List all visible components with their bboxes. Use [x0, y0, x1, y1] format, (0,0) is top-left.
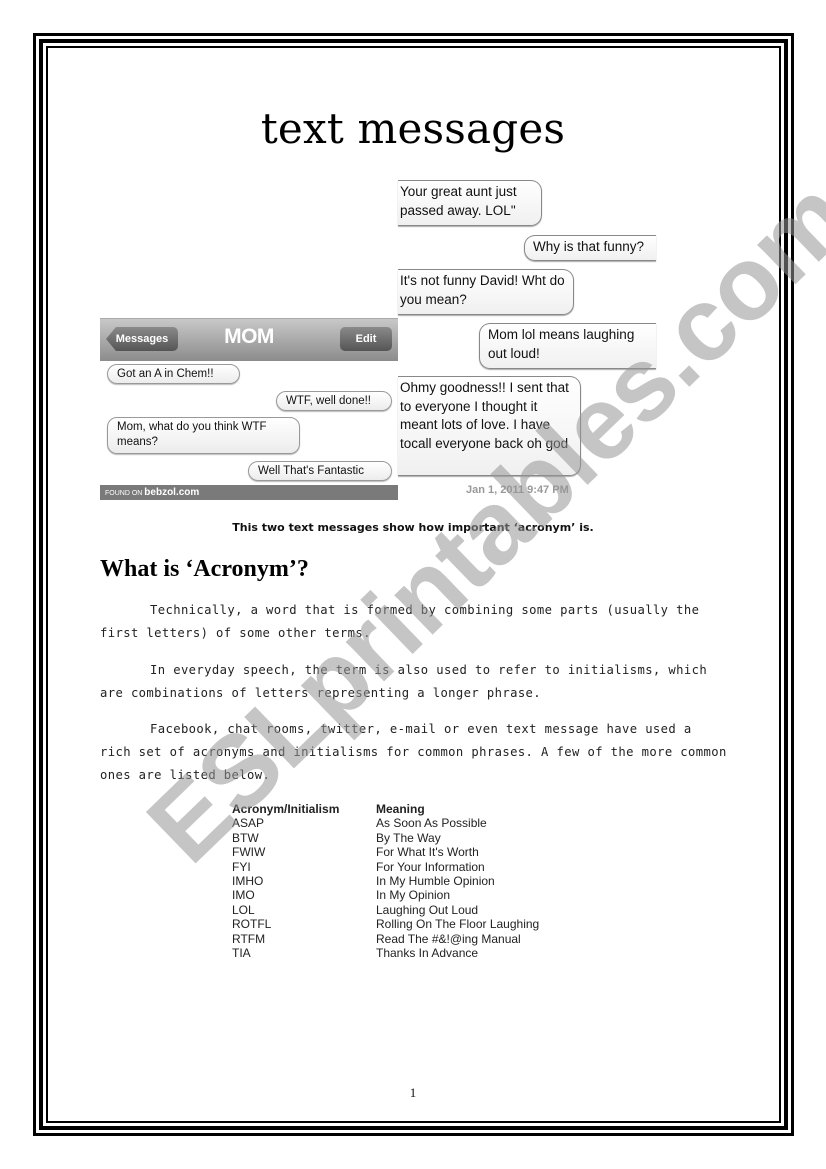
table-row: TIA Thanks In Advance: [232, 946, 539, 960]
footer-site: bebzol.com: [144, 487, 200, 498]
message-bubble-sent: Well That's Fantastic: [248, 461, 392, 481]
paragraph: In everyday speech, the term is also use…: [100, 663, 708, 700]
phone-screenshot-lol: Your great aunt just passed away. LOL" W…: [398, 178, 656, 500]
acronym-table: Acronym/Initialism Meaning ASAP As Soon A…: [232, 802, 539, 960]
meaning-cell: In My Humble Opinion: [376, 874, 495, 889]
message-bubble-sent: WTF, well done!!: [276, 391, 392, 411]
acronym-cell: FYI: [232, 859, 251, 874]
page-title: text messages: [260, 104, 566, 153]
acronym-cell: IMO: [232, 888, 255, 903]
meaning-cell: Laughing Out Loud: [376, 902, 479, 917]
acronym-cell: ASAP: [232, 816, 265, 831]
acronym-cell: IMHO: [232, 874, 264, 889]
meaning-cell: Read The #&!@ing Manual: [376, 931, 521, 946]
table-row: IMO In My Opinion: [232, 888, 539, 902]
acronym-cell: TIA: [232, 946, 251, 961]
message-bubble-sent: Mom lol means laughing out loud!: [479, 323, 656, 369]
table-row: FYI For Your Information: [232, 860, 539, 874]
message-bubble-received: Your great aunt just passed away. LOL": [398, 180, 542, 226]
table-row: ASAP As Soon As Possible: [232, 816, 539, 830]
table-row: BTW By The Way: [232, 831, 539, 845]
column-header-meaning: Meaning: [376, 802, 425, 816]
meaning-cell: For Your Information: [376, 859, 485, 874]
table-row: FWIW For What It's Worth: [232, 845, 539, 859]
acronym-cell: FWIW: [232, 845, 266, 860]
section-heading: What is ‘Acronym’?: [100, 556, 309, 582]
phone-screenshot-mom: Messages MOM Edit Got an A in Chem!! WTF…: [100, 318, 398, 500]
footer-prefix: FOUND ON: [105, 490, 143, 497]
image-caption: This two text messages show how importan…: [232, 521, 594, 534]
acronym-cell: BTW: [232, 830, 259, 845]
source-footer: FOUND ON bebzol.com: [100, 485, 398, 500]
table-row: LOL Laughing Out Loud: [232, 903, 539, 917]
meaning-cell: As Soon As Possible: [376, 816, 487, 831]
phone-nav-bar: Messages MOM Edit: [100, 318, 398, 361]
acronym-cell: RTFM: [232, 931, 266, 946]
message-bubble-received: It's not funny David! Wht do you mean?: [398, 269, 574, 315]
acronym-cell: ROTFL: [232, 917, 272, 932]
meaning-cell: Thanks In Advance: [376, 946, 479, 961]
message-bubble-received: Got an A in Chem!!: [107, 364, 240, 384]
message-bubble-received: Mom, what do you think WTF means?: [107, 417, 300, 454]
table-row: ROTFL Rolling On The Floor Laughing: [232, 917, 539, 931]
message-timestamp: Jan 1, 2011 9:47 PM: [466, 484, 569, 496]
edit-button: Edit: [340, 327, 392, 351]
page-number: 1: [409, 1085, 417, 1100]
meaning-cell: By The Way: [376, 830, 441, 845]
meaning-cell: In My Opinion: [376, 888, 451, 903]
table-header-row: Acronym/Initialism Meaning: [232, 802, 539, 816]
table-row: RTFM Read The #&!@ing Manual: [232, 932, 539, 946]
table-row: IMHO In My Humble Opinion: [232, 874, 539, 888]
meaning-cell: For What It's Worth: [376, 845, 479, 860]
message-bubble-received: Ohmy goodness!! I sent that to everyone …: [398, 376, 581, 476]
column-header-acronym: Acronym/Initialism: [232, 802, 340, 816]
meaning-cell: Rolling On The Floor Laughing: [376, 917, 540, 932]
acronym-cell: LOL: [232, 902, 255, 917]
message-bubble-sent: Why is that funny?: [524, 235, 656, 261]
paragraph: Technically, a word that is formed by co…: [100, 603, 700, 640]
paragraph: Facebook, chat rooms, twitter, e-mail or…: [100, 722, 727, 782]
